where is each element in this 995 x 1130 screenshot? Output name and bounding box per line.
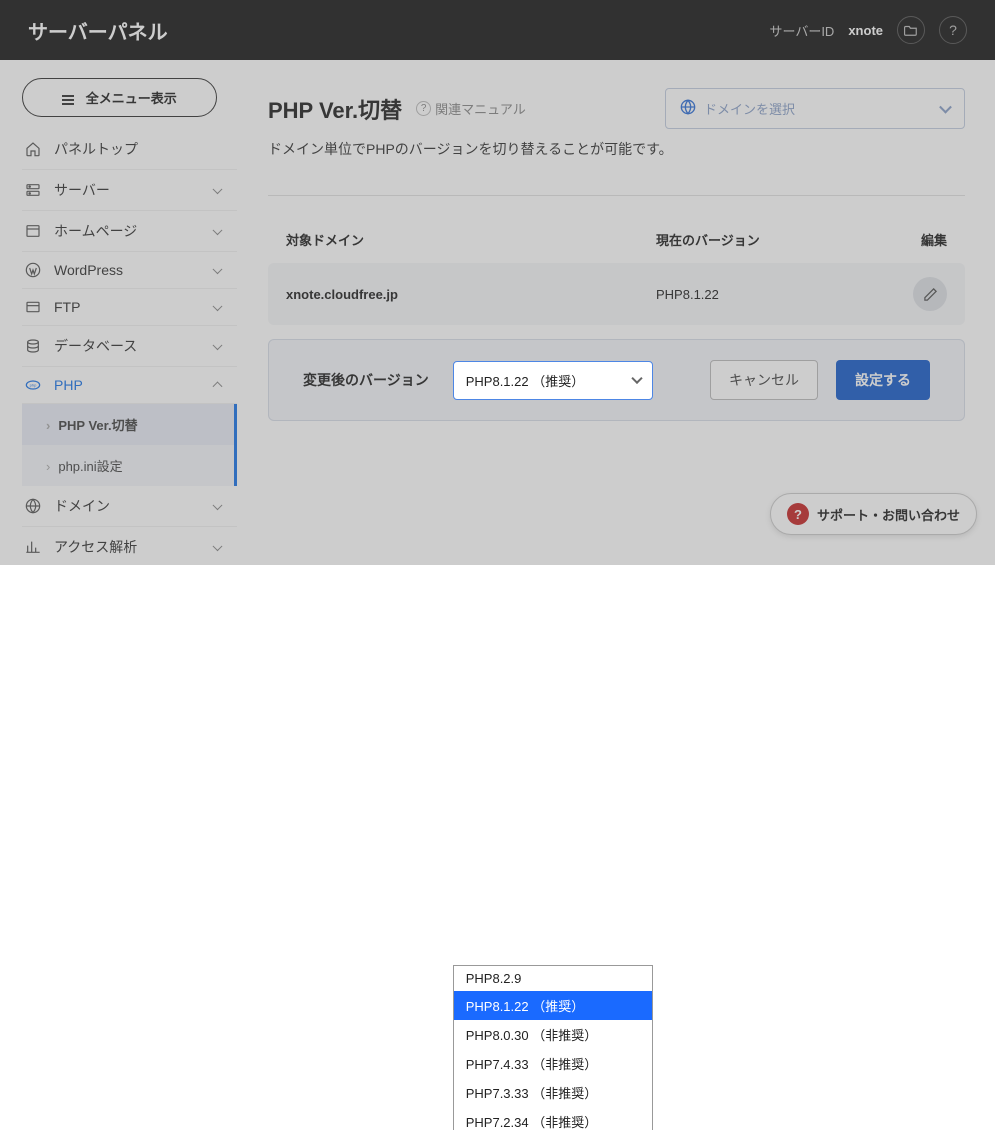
sidebar-item-label: サーバー (54, 180, 110, 200)
sidebar-item-chart[interactable]: アクセス解析 (22, 527, 237, 567)
globe-icon (680, 99, 696, 118)
php-version-option[interactable]: PHP7.2.34 （非推奨） (454, 1107, 652, 1130)
row-domain: xnote.cloudfree.jp (286, 287, 656, 302)
domain-select-placeholder: ドメインを選択 (704, 99, 795, 118)
ftp-icon (24, 299, 42, 315)
sidebar-item-label: ドメイン (54, 496, 110, 516)
app-title: サーバーパネル (28, 16, 168, 45)
domain-select[interactable]: ドメインを選択 (665, 88, 965, 129)
app-header: サーバーパネル サーバーID xnote ? (0, 0, 995, 60)
sidebar-item-label: WordPress (54, 262, 123, 278)
divider (268, 195, 965, 196)
php-version-option[interactable]: PHP8.1.22 （推奨） (454, 991, 652, 1020)
all-menu-label: 全メニュー表示 (86, 91, 177, 106)
page-head: PHP Ver.切替 ? 関連マニュアル ドメインを選択 (268, 88, 965, 129)
edit-panel: 変更後のバージョン PHP8.1.22 （推奨） キャンセル 設定する (268, 339, 965, 421)
content: PHP Ver.切替 ? 関連マニュアル ドメインを選択 ドメイン単位でPHPの… (238, 60, 995, 565)
folder-icon[interactable] (897, 16, 925, 44)
edit-label: 変更後のバージョン (303, 370, 429, 390)
edit-button[interactable] (913, 277, 947, 311)
wp-icon (24, 262, 42, 278)
php-icon: php (24, 377, 42, 393)
home-icon (24, 141, 42, 157)
header-right: サーバーID xnote ? (769, 16, 967, 44)
chart-icon (24, 539, 42, 555)
sidebar-item-globe[interactable]: ドメイン (22, 486, 237, 527)
php-version-option[interactable]: PHP7.4.33 （非推奨） (454, 1049, 652, 1078)
sidebar-item-db[interactable]: データベース (22, 326, 237, 367)
php-version-option[interactable]: PHP8.2.9 (454, 966, 652, 991)
php-version-dropdown[interactable]: PHP8.2.9PHP8.1.22 （推奨）PHP8.0.30 （非推奨）PHP… (453, 965, 653, 1130)
sidebar-subitem[interactable]: php.ini設定 (22, 445, 234, 486)
sidebar-subnav-php: PHP Ver.切替php.ini設定 (22, 404, 237, 486)
row-version: PHP8.1.22 (656, 287, 897, 302)
sidebar-item-label: ホームページ (54, 221, 137, 241)
server-icon (24, 182, 42, 198)
col-domain-header: 対象ドメイン (286, 230, 656, 249)
submit-button[interactable]: 設定する (836, 360, 930, 400)
sidebar-item-wp[interactable]: WordPress (22, 252, 237, 289)
col-edit-header: 編集 (897, 230, 947, 249)
sidebar-item-server[interactable]: サーバー (22, 170, 237, 211)
sidebar-item-label: データベース (54, 336, 137, 356)
sidebar-subitem[interactable]: PHP Ver.切替 (22, 404, 234, 445)
php-version-select[interactable]: PHP8.1.22 （推奨） (453, 361, 653, 400)
pencil-icon (923, 287, 938, 302)
window-icon (24, 223, 42, 239)
db-icon (24, 338, 42, 354)
sidebar-item-label: アクセス解析 (54, 537, 137, 557)
cancel-button[interactable]: キャンセル (710, 360, 818, 400)
sidebar: 全メニュー表示 パネルトップサーバーホームページ WordPress FTP データベ… (0, 60, 238, 565)
sidebar-item-label: PHP (54, 377, 83, 393)
server-id-value: xnote (848, 23, 883, 38)
col-version-header: 現在のバージョン (656, 230, 897, 249)
page-title: PHP Ver.切替 (268, 93, 402, 125)
table-row: xnote.cloudfree.jp PHP8.1.22 (268, 263, 965, 325)
svg-text:php: php (30, 382, 37, 387)
help-icon[interactable]: ? (939, 16, 967, 44)
nav-list: パネルトップサーバーホームページ WordPress FTP データベース php PHP… (22, 129, 237, 567)
all-menu-button[interactable]: 全メニュー表示 (22, 78, 217, 117)
sidebar-item-home[interactable]: パネルトップ (22, 129, 237, 170)
support-fab[interactable]: ? サポート・お問い合わせ (770, 493, 977, 535)
sidebar-item-php[interactable]: php PHP (22, 367, 237, 404)
hamburger-icon (62, 93, 74, 107)
php-version-option[interactable]: PHP8.0.30 （非推奨） (454, 1020, 652, 1049)
globe-icon (24, 498, 42, 514)
manual-link-label: 関連マニュアル (435, 99, 526, 118)
page-description: ドメイン単位でPHPのバージョンを切り替えることが可能です。 (268, 139, 965, 159)
question-icon: ? (416, 101, 431, 116)
sidebar-item-ftp[interactable]: FTP (22, 289, 237, 326)
server-id-label: サーバーID (769, 21, 834, 40)
table-header: 対象ドメイン 現在のバージョン 編集 (268, 216, 965, 263)
sidebar-item-label: パネルトップ (54, 139, 138, 159)
support-icon: ? (787, 503, 809, 525)
support-label: サポート・お問い合わせ (817, 505, 960, 524)
php-version-selected: PHP8.1.22 （推奨） (466, 374, 585, 389)
sidebar-item-window[interactable]: ホームページ (22, 211, 237, 252)
manual-link[interactable]: ? 関連マニュアル (416, 99, 526, 118)
sidebar-item-label: FTP (54, 299, 80, 315)
php-version-option[interactable]: PHP7.3.33 （非推奨） (454, 1078, 652, 1107)
